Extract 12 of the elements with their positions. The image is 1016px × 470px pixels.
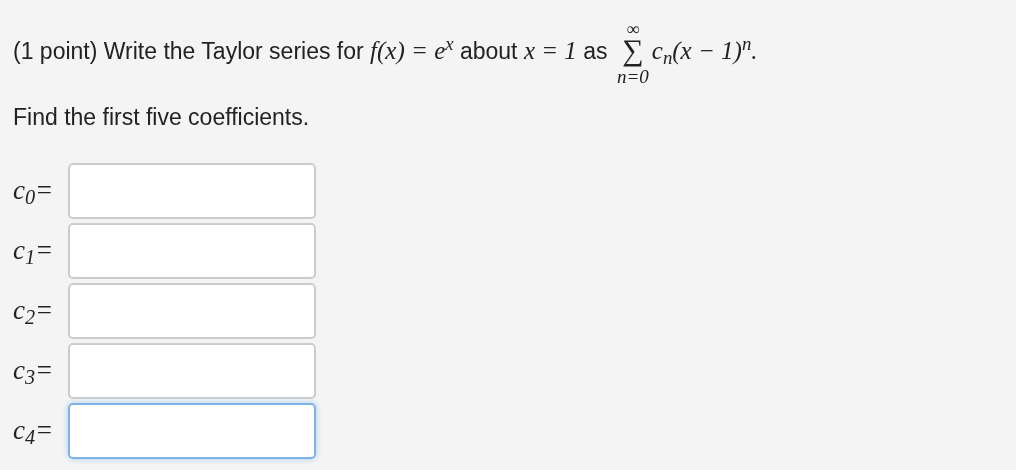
coefficient-label: c$_{1}$=	[13, 234, 55, 271]
coefficient-label: c$_{4}$=	[13, 414, 55, 451]
coefficient-label: c$_{3}$=	[13, 354, 55, 391]
instruction-text: Find the first five coefficients.	[13, 103, 311, 132]
answer-field[interactable]	[68, 222, 316, 279]
answer-field[interactable]	[68, 402, 316, 459]
question-text: (1 point) Write the Taylor series for f(x) = e$^{x}$ about x = 1 as ∞ ∑ n=0 c$_{n}$(x − 1)$^{n}$.	[13, 18, 758, 88]
answer-field[interactable]	[68, 342, 316, 399]
coefficient-label: c$_{0}$=	[13, 174, 55, 211]
coefficient-label: c$_{2}$=	[13, 294, 55, 331]
answer-field[interactable]	[68, 282, 316, 339]
answer-field[interactable]	[68, 162, 316, 219]
